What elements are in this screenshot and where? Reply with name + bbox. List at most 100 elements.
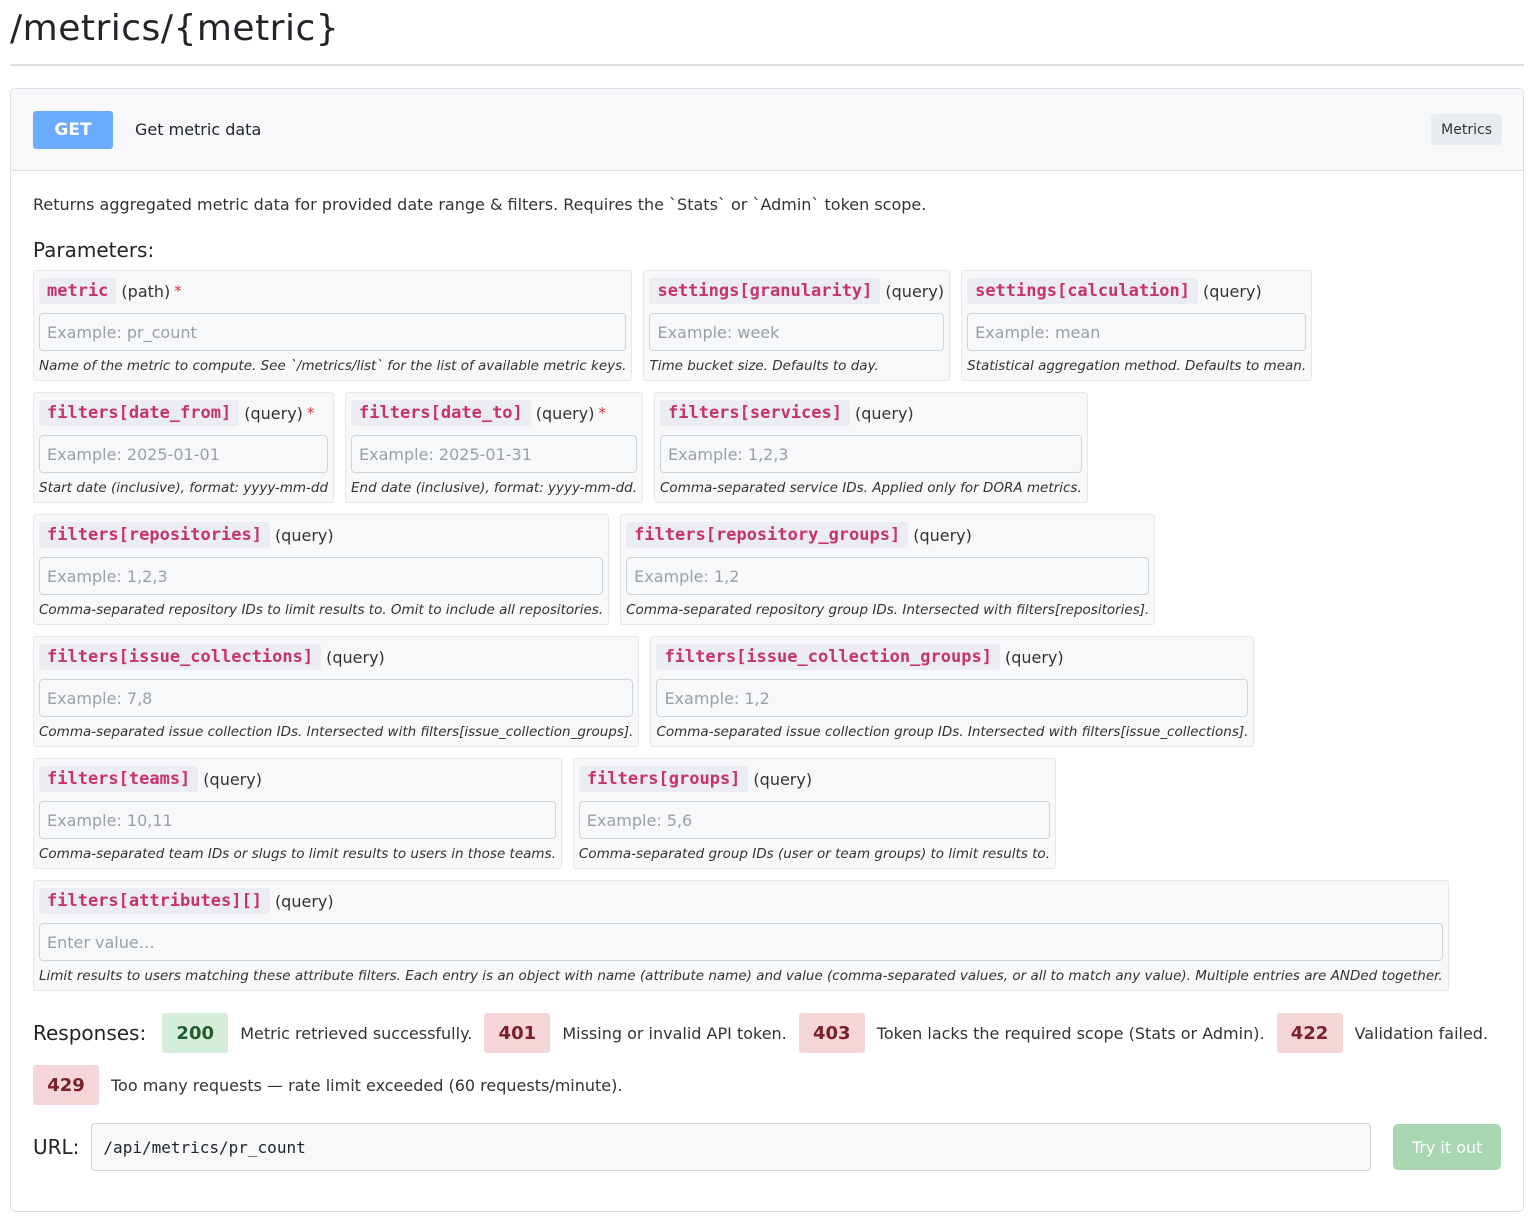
param-location: (query) [753,769,813,789]
param-location: (query) [535,403,595,423]
response-401: 401 Missing or invalid API token. [484,1013,787,1053]
param-name: filters[groups] [578,766,749,792]
param-date-to: filters[date_to](query)* End date (inclu… [345,392,643,503]
endpoint-summary: Get metric data [135,120,262,139]
responses-list: Responses: 200 Metric retrieved successf… [33,1013,1503,1105]
param-location: (query) [326,647,385,667]
page-title: /metrics/{metric} [10,0,1524,66]
repository-groups-input[interactable] [626,557,1150,595]
param-location: (query) [855,403,914,423]
param-repository-groups: filters[repository_groups](query) Comma-… [620,514,1156,625]
param-name: filters[issue_collection_groups] [656,644,1000,670]
param-location: (query) [913,525,972,545]
calculation-input[interactable] [967,313,1307,351]
param-description: Comma-separated service IDs. Applied onl… [660,480,1082,496]
date-from-input[interactable] [39,435,329,473]
param-description: Comma-separated group IDs (user or team … [578,846,1050,862]
param-description: Name of the metric to compute. See `/met… [39,358,627,374]
param-description: Comma-separated repository group IDs. In… [626,602,1150,618]
param-attributes: filters[attributes][](query) Limit resul… [33,880,1449,991]
response-code-badge: 403 [798,1013,865,1053]
param-teams: filters[teams](query) Comma-separated te… [33,758,562,869]
param-groups: filters[groups](query) Comma-separated g… [572,758,1056,869]
param-location: (query) [244,403,303,423]
param-location: (path) [121,281,171,301]
response-text: Token lacks the required scope (Stats or… [876,1023,1265,1043]
param-name: filters[issue_collections] [39,644,322,670]
metric-input[interactable] [39,313,627,351]
param-location: (query) [885,281,945,301]
required-marker: * [306,404,315,422]
page: /metrics/{metric} GET Get metric data Me… [0,0,1534,1212]
required-marker: * [174,282,182,300]
url-input[interactable] [91,1123,1372,1171]
endpoint-body: Returns aggregated metric data for provi… [11,171,1523,1171]
parameters-label: Parameters: [33,238,155,262]
required-marker: * [598,404,606,422]
try-it-out-button[interactable]: Try it out [1393,1124,1501,1170]
response-403: 403 Token lacks the required scope (Stat… [798,1013,1265,1053]
param-settings-calculation: settings[calculation](query) Statistical… [961,270,1313,381]
param-description: Comma-separated repository IDs to limit … [39,602,604,618]
param-date-from: filters[date_from](query)* Start date (i… [33,392,335,503]
response-text: Metric retrieved successfully. [240,1023,473,1043]
teams-input[interactable] [39,801,556,839]
param-location: (query) [203,769,262,789]
groups-input[interactable] [578,801,1050,839]
param-name: filters[services] [660,400,850,426]
param-description: Time bucket size. Defaults to day. [649,358,879,374]
param-location: (query) [1203,281,1262,301]
response-text: Validation failed. [1354,1023,1489,1043]
endpoint-description: Returns aggregated metric data for provi… [33,195,927,214]
response-200: 200 Metric retrieved successfully. [162,1013,472,1053]
response-code-badge: 200 [162,1013,229,1053]
url-label: URL: [33,1135,80,1159]
response-code-badge: 422 [1276,1013,1343,1053]
issue-collection-groups-input[interactable] [656,679,1249,717]
param-name: filters[repositories] [39,522,270,548]
repositories-input[interactable] [39,557,604,595]
param-name: filters[teams] [39,766,199,792]
param-description: End date (inclusive), format: yyyy-mm-dd… [351,480,637,496]
param-repositories: filters[repositories](query) Comma-separ… [33,514,610,625]
issue-collections-input[interactable] [39,679,634,717]
param-name: settings[calculation] [967,278,1199,304]
endpoint-card: GET Get metric data Metrics Returns aggr… [10,88,1524,1212]
param-name: filters[date_from] [39,400,240,426]
method-badge: GET [33,110,113,149]
param-issue-collections: filters[issue_collections](query) Comma-… [33,636,640,747]
responses-label: Responses: [33,1021,147,1045]
param-settings-granularity: settings[granularity](query) Time bucket… [643,270,951,381]
param-description: Start date (inclusive), format: yyyy-mm-… [39,480,329,496]
tag-badge: Metrics [1431,114,1502,145]
services-input[interactable] [660,435,1082,473]
response-429: 429 Too many requests — rate limit excee… [33,1065,622,1105]
response-text: Too many requests — rate limit exceeded … [111,1075,623,1095]
param-name: metric [39,278,117,304]
response-text: Missing or invalid API token. [562,1023,787,1043]
param-name: settings[granularity] [649,278,881,304]
param-description: Comma-separated issue collection IDs. In… [39,724,634,740]
url-row: URL: Try it out [33,1123,1501,1171]
endpoint-header[interactable]: GET Get metric data Metrics [11,89,1523,171]
param-location: (query) [1004,647,1064,667]
param-description: Limit results to users matching these at… [39,968,1443,984]
parameters-list: metric(path)* Name of the metric to comp… [33,270,1473,991]
param-metric: metric(path)* Name of the metric to comp… [33,270,633,381]
param-name: filters[repository_groups] [626,522,909,548]
param-location: (query) [274,525,334,545]
param-location: (query) [274,891,334,911]
param-description: Comma-separated issue collection group I… [656,724,1249,740]
response-code-badge: 401 [484,1013,551,1053]
param-name: filters[date_to] [351,400,531,426]
response-code-badge: 429 [33,1065,99,1105]
granularity-input[interactable] [649,313,945,351]
param-issue-collection-groups: filters[issue_collection_groups] (query) … [650,636,1255,747]
param-name: filters[attributes][] [39,888,270,914]
date-to-input[interactable] [351,435,637,473]
param-description: Statistical aggregation method. Defaults… [967,358,1307,374]
attributes-input[interactable] [39,923,1443,961]
response-422: 422 Validation failed. [1276,1013,1489,1053]
param-description: Comma-separated team IDs or slugs to lim… [39,846,556,862]
param-services: filters[services](query) Comma-separated… [654,392,1088,503]
